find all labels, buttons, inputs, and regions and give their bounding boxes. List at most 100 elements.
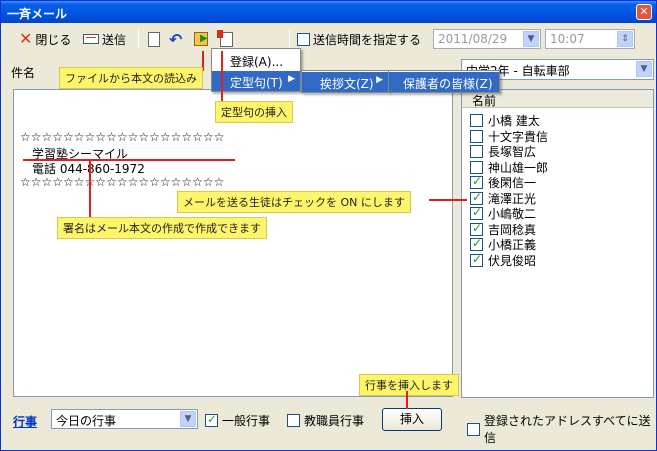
student-list: 名前 小橋 建太十文字貴信長塚智広神山雄一郎後閑信一滝澤正光小嶋敬二吉岡稔真小橋… [461,89,654,398]
send-all-label: 登録されたアドレスすべてに送信 [484,414,651,445]
callout-check-students: メールを送る生徒はチェックを ON にします [177,191,411,213]
student-row[interactable]: 吉岡稔真 [470,221,536,238]
student-row[interactable]: 小橋 建太 [470,112,540,129]
new-document-icon [148,31,160,47]
submenu-arrow-icon: ▶ [288,74,295,84]
student-row[interactable]: 小橋正義 [470,236,536,253]
student-name: 小橋正義 [488,238,537,252]
menu-item-phrase[interactable]: 定型句(T) ▶ [212,71,300,91]
mail-window: 一斉メール ✕ ✕ 閉じる 送信 ↶ 送信時間を指定する 2011 [0,0,657,451]
toolbar: ✕ 閉じる 送信 ↶ 送信時間を指定する 2011/08/29 ▼ [1,24,656,54]
toolbar-separator [289,30,290,48]
student-name: 十文字貴信 [488,129,549,144]
general-event-option[interactable]: 一般行事 [205,412,270,429]
student-row[interactable]: 伏見俊昭 [470,252,536,269]
annotation-line [221,51,223,103]
send-button[interactable]: 送信 [83,29,126,49]
student-row[interactable]: 十文字貴信 [470,128,548,145]
import-file-button[interactable] [194,29,208,49]
general-event-checkbox[interactable] [205,412,218,427]
student-checkbox[interactable] [470,114,483,127]
context-menu: 登録(A)... 定型句(T) ▶ [211,48,301,92]
title-bar: 一斉メール ✕ [1,1,656,23]
toolbar-separator [138,30,139,48]
student-row[interactable]: 後閑信一 [470,174,536,191]
student-checkbox[interactable] [470,252,483,267]
annotation-line [23,159,235,161]
annotation-line [89,161,91,218]
spinner-icon[interactable]: ⇕ [617,31,633,47]
student-name: 吉岡稔真 [488,222,537,237]
student-name: 小嶋敬二 [488,207,537,221]
student-checkbox[interactable] [470,160,483,174]
close-x-icon: ✕ [19,29,33,48]
menu-item-label: 保護者の皆様(Z) [403,77,493,91]
menu-item-label: 挨拶文(Z) [320,77,374,91]
event-link[interactable]: 行事 [13,413,37,430]
chevron-down-icon[interactable]: ▼ [523,31,539,47]
body-textarea[interactable]: ☆☆☆☆☆☆☆☆☆☆☆☆☆☆☆☆☆☆☆ 学習塾シーマイル 電話 044-860-… [13,89,453,397]
student-name: 長塚智広 [488,145,537,159]
send-all-option[interactable]: 登録されたアドレスすべてに送信 [467,412,656,446]
student-name: 小橋 建太 [488,114,540,128]
menu-item-parents[interactable]: 保護者の皆様(Z) [389,72,499,92]
student-checkbox[interactable] [470,145,483,158]
import-file-icon [194,32,208,46]
chevron-down-icon[interactable]: ▼ [636,61,652,77]
student-checkbox[interactable] [470,205,483,220]
callout-signature: 署名はメール本文の作成で作成できます [57,217,267,239]
subject-label: 件名 [11,66,36,80]
schedule-send-toggle[interactable]: 送信時間を指定する [297,29,421,49]
event-select-value: 今日の行事 [56,414,117,428]
menu-item-register[interactable]: 登録(A)... [212,50,300,70]
annotation-line [406,391,408,409]
student-row[interactable]: 小嶋敬二 [470,205,536,222]
event-select[interactable]: 今日の行事 ▼ [51,409,198,429]
staff-event-option[interactable]: 教職員行事 [287,412,364,429]
send-label: 送信 [102,32,127,47]
student-name: 伏見俊昭 [488,253,537,268]
schedule-checkbox[interactable] [297,32,310,46]
submenu-arrow-icon: ▶ [376,75,383,85]
insert-phrase-button[interactable] [217,29,233,49]
close-label: 閉じる [35,32,72,47]
callout-insert-event: 行事を挿入します [359,374,459,396]
new-document-button[interactable] [148,29,160,49]
close-button[interactable]: ✕ 閉じる [19,29,71,49]
schedule-label: 送信時間を指定する [313,32,422,47]
body-line: ☆☆☆☆☆☆☆☆☆☆☆☆☆☆☆☆☆☆☆ [20,175,225,189]
student-checkbox[interactable] [470,221,483,236]
annotation-line [429,199,467,201]
insert-event-button[interactable]: 挿入 [382,408,442,431]
student-row[interactable]: 滝澤正光 [470,190,536,207]
student-row[interactable]: 神山雄一郎 [470,159,548,176]
body-line: ☆☆☆☆☆☆☆☆☆☆☆☆☆☆☆☆☆☆☆ [20,130,225,144]
student-checkbox[interactable] [470,174,483,189]
staff-event-checkbox[interactable] [287,414,300,427]
submenu: 挨拶文(Z) ▶ [301,70,389,93]
student-name: 神山雄一郎 [488,160,549,175]
insert-phrase-icon [217,29,233,47]
bottom-bar: 行事 今日の行事 ▼ 一般行事 教職員行事 挿入 登録されたアドレスすべてに送信 [1,401,656,445]
mail-icon [83,34,99,44]
send-all-checkbox[interactable] [467,422,480,436]
student-checkbox[interactable] [470,190,483,205]
student-checkbox[interactable] [470,129,483,143]
date-field[interactable]: 2011/08/29 ▼ [433,29,541,49]
student-row[interactable]: 長塚智広 [470,143,536,160]
chevron-down-icon[interactable]: ▼ [180,411,196,427]
undo-button[interactable]: ↶ [169,29,182,49]
window-title: 一斉メール [7,7,68,21]
staff-event-label: 教職員行事 [304,414,365,428]
menu-item-greeting[interactable]: 挨拶文(Z) ▶ [302,72,388,92]
student-checkbox[interactable] [470,236,483,251]
callout-insert-phrase: 定型句の挿入 [215,101,293,123]
undo-icon: ↶ [169,29,183,49]
student-name: 後閑信一 [488,176,537,190]
time-field[interactable]: 10:07 ⇕ [545,29,635,49]
general-event-label: 一般行事 [222,414,271,428]
close-window-button[interactable]: ✕ [636,4,652,20]
date-value: 2011/08/29 [438,32,508,46]
menu-item-label: 定型句(T) [230,76,283,90]
time-value: 10:07 [550,32,585,46]
